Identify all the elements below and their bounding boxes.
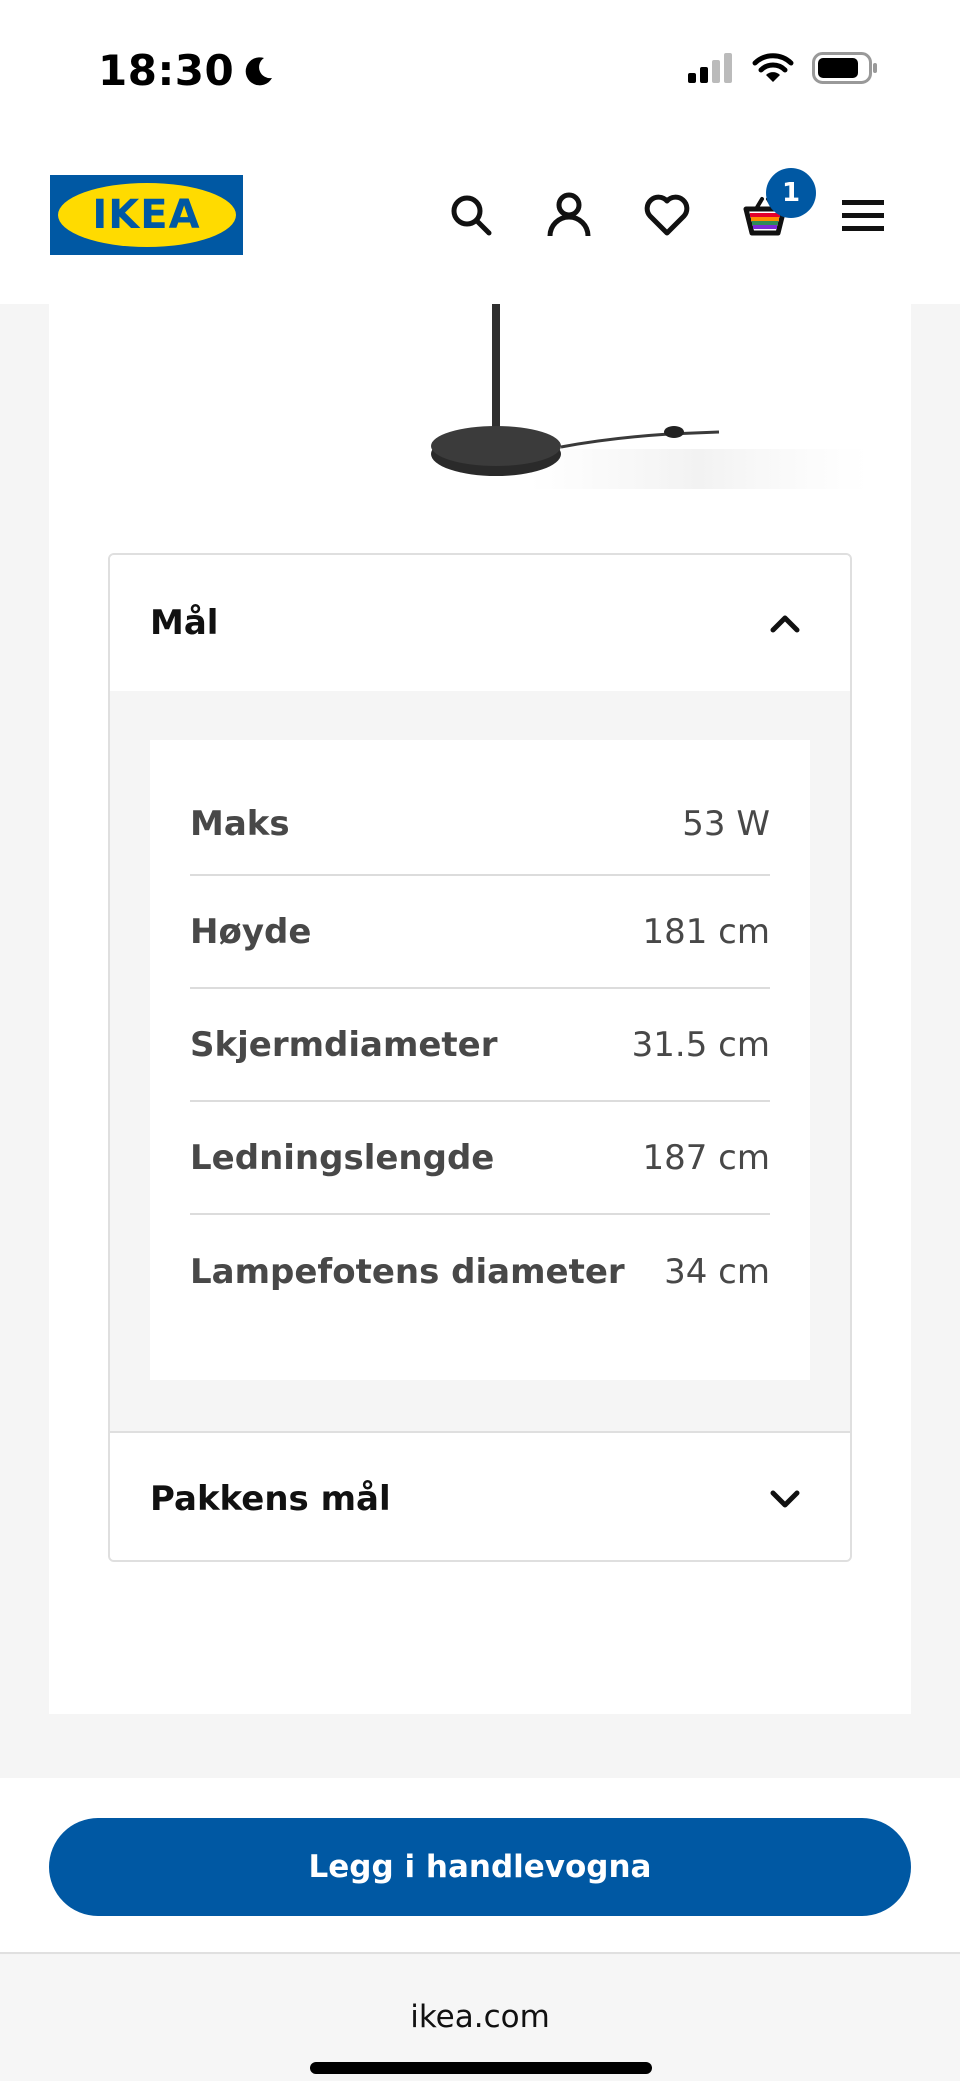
add-to-cart-button[interactable]: Legg i handlevogna [49, 1818, 911, 1916]
site-header: IKEA 1 [0, 140, 960, 304]
spec-row: Ledningslengde 187 cm [190, 1102, 770, 1215]
browser-address-bar[interactable]: ikea.com [0, 1955, 960, 2081]
spec-label: Lampefotens diameter [190, 1251, 625, 1292]
add-to-cart-bar: Legg i handlevogna [0, 1778, 960, 1954]
account-icon [547, 192, 591, 237]
spec-value: 181 cm [642, 911, 770, 952]
package-accordion-toggle[interactable]: Pakkens mål [110, 1435, 850, 1560]
package-title: Pakkens mål [150, 1479, 391, 1519]
cart-count-badge: 1 [766, 168, 816, 218]
chevron-up-icon [770, 615, 800, 633]
dimensions-accordion-toggle[interactable]: Mål [110, 555, 850, 691]
spec-row: Lampefotens diameter 34 cm [190, 1215, 770, 1328]
search-icon [451, 195, 492, 236]
cart-button[interactable]: 1 [730, 168, 816, 250]
dimensions-panel: Maks 53 W Høyde 181 cm Skjermdiameter 31… [110, 691, 850, 1433]
spec-row: Maks 53 W [190, 786, 770, 876]
wifi-icon [752, 53, 794, 82]
account-button[interactable] [534, 180, 604, 250]
menu-icon [842, 200, 884, 231]
spec-value: 187 cm [642, 1137, 770, 1178]
spec-value: 53 W [682, 804, 770, 844]
status-bar: 18:30 [0, 0, 960, 140]
signal-icon [688, 53, 732, 83]
floor-lamp-image [431, 304, 869, 489]
heart-icon [644, 194, 690, 236]
dimensions-accordion: Mål Maks 53 W Høyde 181 cm Skjermdiamete… [108, 553, 852, 1562]
menu-button[interactable] [828, 180, 898, 250]
dimensions-title: Mål [150, 603, 219, 643]
battery-icon [812, 52, 877, 84]
status-time-text: 18:30 [98, 46, 235, 95]
home-indicator[interactable] [310, 2062, 652, 2074]
header-icons: 1 [0, 168, 960, 250]
dimensions-spec-list: Maks 53 W Høyde 181 cm Skjermdiameter 31… [150, 740, 810, 1380]
spec-label: Maks [190, 804, 290, 844]
status-time: 18:30 [98, 46, 276, 95]
status-indicators [688, 52, 878, 84]
spec-label: Skjermdiameter [190, 1024, 498, 1065]
spec-value: 31.5 cm [631, 1024, 770, 1065]
spec-row: Skjermdiameter 31.5 cm [190, 989, 770, 1102]
spec-value: 34 cm [664, 1251, 770, 1292]
chevron-down-icon [770, 1490, 800, 1508]
spec-label: Ledningslengde [190, 1137, 495, 1178]
spec-label: Høyde [190, 911, 312, 952]
product-details-panel: Mål Maks 53 W Høyde 181 cm Skjermdiamete… [49, 304, 911, 1714]
spec-row: Høyde 181 cm [190, 876, 770, 989]
search-button[interactable] [436, 180, 506, 250]
moon-icon [245, 56, 273, 85]
favourites-button[interactable] [632, 180, 702, 250]
url-text: ikea.com [410, 1999, 550, 2035]
